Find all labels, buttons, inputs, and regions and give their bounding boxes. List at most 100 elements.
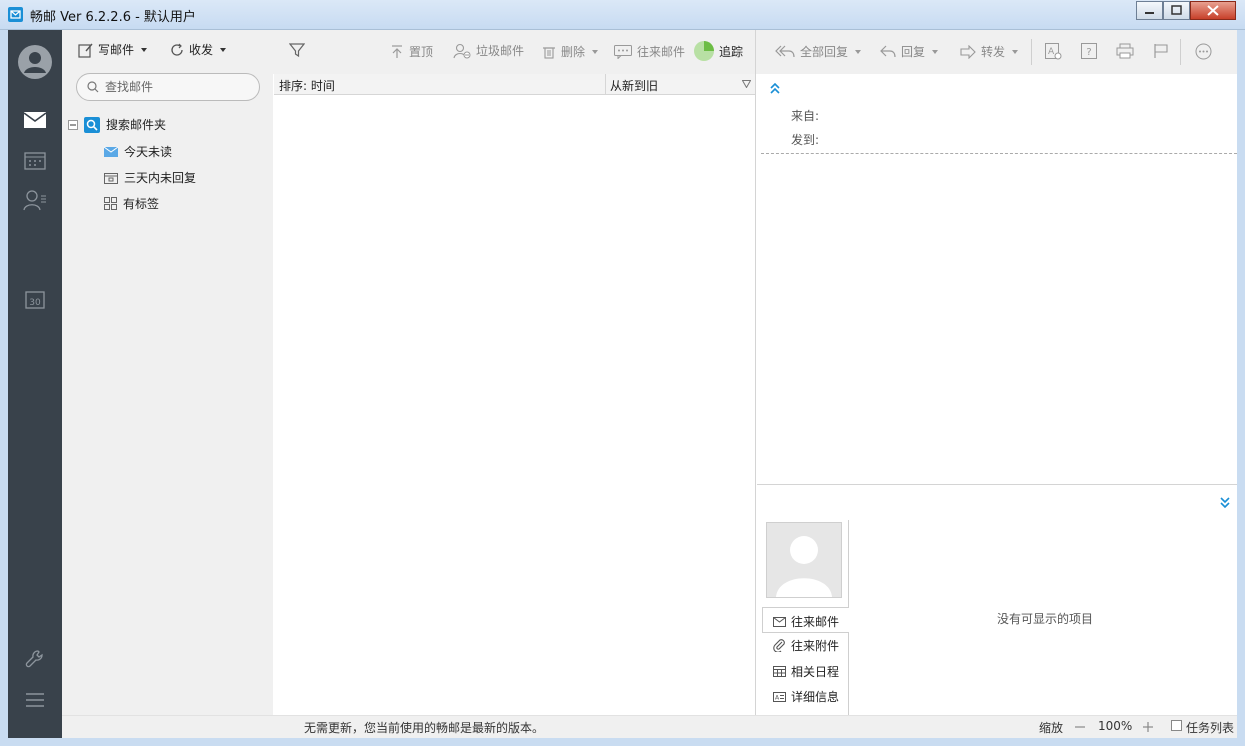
header-divider <box>605 74 606 95</box>
window-title: 畅邮 Ver 6.2.2.6 - 默认用户 <box>30 10 196 25</box>
header-divider <box>761 153 1237 154</box>
search-box[interactable] <box>76 73 260 101</box>
tab-label: 往来邮件 <box>791 615 840 629</box>
folder-item-tagged[interactable]: 有标签 <box>104 195 159 212</box>
mail-nav-icon[interactable] <box>8 102 62 138</box>
tab-schedule[interactable]: 相关日程 <box>773 663 839 680</box>
zoom-value: 100% <box>1098 719 1133 733</box>
search-folder-icon <box>84 116 100 133</box>
tasklist-label[interactable]: 任务列表 <box>1186 719 1234 736</box>
empty-message: 没有可显示的项目 <box>997 612 1094 626</box>
window-frame-right <box>1237 30 1245 746</box>
help-icon[interactable]: ? <box>1081 43 1097 59</box>
track-icon <box>694 41 714 61</box>
caret-down-icon <box>220 47 227 52</box>
tab-attachments[interactable]: 往来附件 <box>773 637 839 654</box>
envelope-icon <box>104 146 118 157</box>
folder-item-unreplied[interactable]: 三天内未回复 <box>104 169 196 186</box>
zoom-in-icon[interactable] <box>1141 720 1155 734</box>
delete-button[interactable]: 删除 <box>542 43 600 60</box>
tab-label: 相关日程 <box>791 665 840 679</box>
svg-text:A: A <box>775 694 780 701</box>
collapse-icon <box>68 119 78 130</box>
refresh-icon <box>171 43 183 56</box>
track-button[interactable]: 追踪 <box>694 41 743 61</box>
sort-dropdown-icon[interactable] <box>742 80 751 88</box>
reply-all-label: 全部回复 <box>800 45 849 59</box>
expand-contact-icon[interactable] <box>1219 496 1231 508</box>
pin-label: 置顶 <box>409 45 434 59</box>
reading-split <box>757 484 1237 485</box>
caret-down-icon <box>592 49 599 54</box>
toolbar-separator <box>1031 39 1032 65</box>
reply-all-icon <box>775 45 795 57</box>
folder-root-label: 搜索邮件夹 <box>106 118 167 132</box>
app-icon <box>8 7 23 22</box>
reply-all-button[interactable]: 全部回复 <box>775 43 863 60</box>
mail-list-pane <box>273 30 755 715</box>
font-size-icon[interactable]: A <box>1045 43 1062 60</box>
reply-label: 回复 <box>901 45 926 59</box>
search-input[interactable] <box>105 80 245 94</box>
calendar-folder-icon <box>104 173 118 184</box>
contact-avatar <box>766 522 842 598</box>
avatar-icon[interactable] <box>17 44 53 80</box>
to-label: 发到: <box>791 133 820 147</box>
caret-down-icon <box>932 49 939 54</box>
sort-label[interactable]: 排序: 时间 <box>279 77 335 94</box>
envelope-icon <box>773 616 786 627</box>
track-label: 追踪 <box>719 44 744 59</box>
id-card-icon: A <box>773 691 786 702</box>
spam-label: 垃圾邮件 <box>476 44 525 58</box>
calendar-nav-icon[interactable] <box>8 142 62 178</box>
menu-icon[interactable] <box>8 682 62 718</box>
folder-tree-root[interactable]: 搜索邮件夹 <box>68 116 166 133</box>
search-icon <box>87 81 99 93</box>
filter-icon[interactable] <box>289 42 305 58</box>
compose-icon <box>78 43 93 58</box>
minimize-button[interactable] <box>1136 1 1163 20</box>
send-receive-button[interactable]: 收发 <box>169 41 229 58</box>
collapse-header-icon[interactable] <box>769 82 781 94</box>
maximize-button[interactable] <box>1163 1 1190 20</box>
flag-icon[interactable] <box>1153 43 1169 59</box>
tab-label: 详细信息 <box>791 690 840 704</box>
paperclip-icon <box>773 639 785 652</box>
chat-icon <box>614 44 632 59</box>
tag-grid-icon <box>104 197 117 210</box>
tab-conversation-mail[interactable]: 往来邮件 <box>773 613 839 630</box>
compose-label: 写邮件 <box>98 43 135 57</box>
folder-item-label: 有标签 <box>123 197 160 211</box>
zoom-out-icon[interactable] <box>1073 720 1087 734</box>
from-label: 来自: <box>791 109 820 123</box>
tab-details[interactable]: A 详细信息 <box>773 688 839 705</box>
contacts-nav-icon[interactable] <box>8 182 62 218</box>
folder-pane <box>62 30 273 738</box>
wrench-icon[interactable] <box>8 641 62 677</box>
caret-down-icon <box>855 49 862 54</box>
tab-label: 往来附件 <box>791 639 840 653</box>
conversation-button[interactable]: 往来邮件 <box>614 43 685 60</box>
print-icon[interactable] <box>1116 43 1134 59</box>
calendar-icon <box>773 666 786 677</box>
calendar-30-nav-icon[interactable]: 30 <box>8 282 62 318</box>
svg-text:30: 30 <box>29 298 41 308</box>
caret-down-icon <box>141 47 148 52</box>
pin-button[interactable]: 置顶 <box>390 43 433 60</box>
folder-item-today-unread[interactable]: 今天未读 <box>104 143 172 160</box>
window-frame-left <box>0 30 8 746</box>
svg-text:?: ? <box>1086 47 1091 58</box>
sort-order-label[interactable]: 从新到旧 <box>610 77 658 94</box>
window-frame-bottom <box>0 738 1245 746</box>
trash-icon <box>543 46 555 59</box>
tasklist-checkbox[interactable] <box>1171 720 1182 731</box>
reply-button[interactable]: 回复 <box>880 43 940 60</box>
forward-icon <box>960 44 976 59</box>
close-button[interactable] <box>1190 1 1236 20</box>
compose-button[interactable]: 写邮件 <box>78 41 150 58</box>
caret-down-icon <box>1012 49 1019 54</box>
spam-user-icon <box>453 43 471 58</box>
more-icon[interactable] <box>1195 43 1212 60</box>
forward-button[interactable]: 转发 <box>960 43 1020 60</box>
spam-button[interactable]: 垃圾邮件 <box>453 42 524 59</box>
